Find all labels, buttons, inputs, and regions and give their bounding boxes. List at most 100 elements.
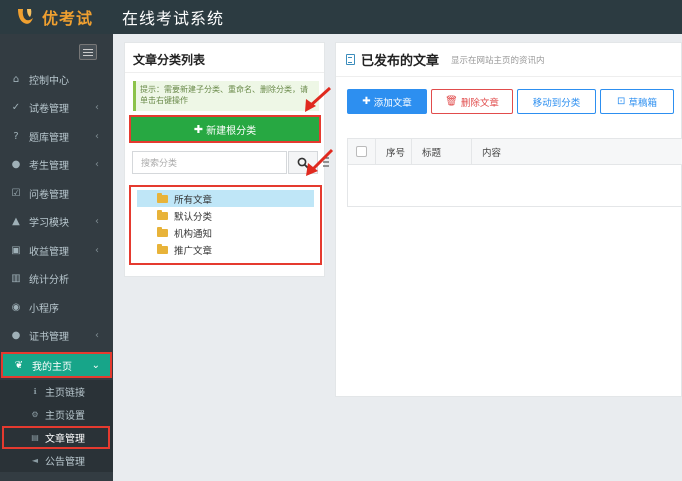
- sidebar-item[interactable]: ● 证书管理 ‹: [0, 322, 113, 351]
- category-label: 默认分类: [174, 211, 213, 223]
- sidebar-menu: ⌂ 控制中心 ✓ 试卷管理 ‹? 题库管理 ‹ ● 考生管理 ‹ ☑ 问卷管理 ▲ 学习模块 ‹ ▣ 收益管理 ‹…: [0, 65, 113, 472]
- sidebar-subitem[interactable]: ⚙ 主页设置: [0, 403, 113, 426]
- menu-toggle-button[interactable]: [79, 44, 97, 60]
- sidebar-submenu: ℹ 主页链接 ⚙ 主页设置 ▤ 文章管理 ◄ 公告管理: [0, 380, 113, 472]
- article-panel-header: 已发布的文章 显示在网站主页的资讯内: [336, 43, 681, 77]
- delete-article-button[interactable]: 🗑 删除文章: [431, 89, 513, 114]
- sidebar-item[interactable]: ● 考生管理 ‹: [0, 151, 113, 180]
- sidebar-item-label: 试卷管理: [29, 104, 69, 116]
- chevron-down-icon: ⌄: [91, 359, 100, 371]
- new-root-category-button[interactable]: ✚ 新建根分类: [129, 115, 321, 143]
- sidebar-item-label: 考生管理: [29, 161, 69, 173]
- plus-icon: ✚: [193, 122, 204, 136]
- delete-article-label: 删除文章: [460, 97, 499, 109]
- sidebar-item[interactable]: ☑ 问卷管理: [0, 179, 113, 208]
- add-article-button[interactable]: ✚ 添加文章: [347, 89, 427, 114]
- sidebar-subitem[interactable]: ◄ 公告管理: [0, 449, 113, 472]
- sidebar-subitem-label: 公告管理: [45, 457, 85, 468]
- sidebar-item-label: 小程序: [29, 303, 59, 315]
- file-icon: ▤: [31, 433, 39, 442]
- column-header-content[interactable]: 内容: [472, 139, 682, 165]
- sidebar-subitem[interactable]: ▤ 文章管理: [2, 426, 110, 449]
- system-title: 在线考试系统: [122, 9, 225, 28]
- category-label: 推广文章: [174, 245, 213, 257]
- article-table: 序号 标题 内容: [347, 138, 682, 207]
- category-tree-node[interactable]: 默认分类: [137, 207, 314, 224]
- sidebar-item-my-homepage[interactable]: ❦ 我的主页 ⌄: [1, 352, 112, 378]
- new-root-category-label: 新建根分类: [206, 125, 257, 137]
- wechat-icon: ◉: [11, 301, 21, 313]
- sidebar-item[interactable]: ⌂ 控制中心: [0, 65, 113, 94]
- chevron-left-icon: ‹: [95, 330, 99, 342]
- sidebar-subitem-label: 主页设置: [45, 411, 85, 422]
- add-article-label: 添加文章: [373, 97, 412, 109]
- document-icon: [346, 54, 355, 65]
- search-icon: [297, 157, 309, 169]
- sidebar-item-label: 问卷管理: [29, 189, 69, 201]
- category-label: 所有文章: [174, 194, 213, 206]
- drafts-button[interactable]: ⊡ 草稿箱: [600, 89, 674, 114]
- check-circle-icon: ✓: [11, 102, 21, 114]
- sidebar-item-label: 控制中心: [29, 75, 69, 87]
- inbox-icon: ⊡: [617, 96, 626, 107]
- top-bar: 优考试 在线考试系统: [0, 0, 682, 34]
- column-header-title[interactable]: 标题: [412, 138, 472, 165]
- folder-icon: [157, 243, 168, 254]
- sidebar-item-label: 证书管理: [29, 332, 69, 344]
- folder-icon: [157, 209, 168, 220]
- sidebar-subitem-label: 主页链接: [45, 388, 85, 399]
- graduation-cap-icon: ▲: [12, 216, 20, 228]
- category-tree-node[interactable]: 机构通知: [137, 224, 314, 241]
- article-panel-subtitle: 显示在网站主页的资讯内: [451, 55, 545, 66]
- trash-icon: 🗑: [445, 96, 458, 107]
- home-icon: ⌂: [12, 73, 20, 85]
- select-all-checkbox[interactable]: [356, 146, 367, 157]
- money-icon: ▣: [11, 244, 21, 256]
- bar-chart-icon: ▥: [11, 273, 21, 285]
- article-panel-title: 已发布的文章: [361, 54, 440, 69]
- sidebar-item[interactable]: ✓ 试卷管理 ‹: [0, 94, 113, 123]
- category-tip: 提示：需要新建子分类、重命名、删除分类，请单击右键操作: [133, 81, 319, 111]
- logo[interactable]: 优考试: [0, 0, 113, 34]
- sidebar-item[interactable]: ? 题库管理 ‹: [0, 122, 113, 151]
- list-icon[interactable]: [323, 156, 329, 168]
- sidebar-item[interactable]: ▲ 学习模块 ‹: [0, 208, 113, 237]
- sidebar-subitem[interactable]: ℹ 主页链接: [0, 380, 113, 403]
- sidebar-item[interactable]: ▣ 收益管理 ‹: [0, 236, 113, 265]
- sidebar: ⌂ 控制中心 ✓ 试卷管理 ‹? 题库管理 ‹ ● 考生管理 ‹ ☑ 问卷管理 ▲ 学习模块 ‹ ▣ 收益管理 ‹…: [0, 34, 113, 481]
- category-tree-node[interactable]: 推广文章: [137, 241, 314, 258]
- chevron-left-icon: ‹: [95, 130, 99, 142]
- logo-icon: [18, 9, 33, 24]
- chevron-left-icon: ‹: [95, 102, 99, 114]
- bullhorn-icon: ◄: [31, 456, 39, 465]
- sidebar-item-label: 统计分析: [29, 275, 69, 287]
- info-icon: ℹ: [33, 387, 37, 396]
- sidebar-item-label: 我的主页: [32, 361, 72, 373]
- question-circle-icon: ?: [13, 130, 19, 142]
- chevron-left-icon: ‹: [95, 244, 99, 256]
- leaf-icon: ❦: [14, 359, 24, 371]
- logo-text: 优考试: [42, 9, 94, 28]
- sidebar-item-label: 题库管理: [29, 132, 69, 144]
- plus-icon: ✚: [362, 96, 371, 107]
- sidebar-item[interactable]: ◉ 小程序: [0, 293, 113, 322]
- drafts-label: 草稿箱: [628, 97, 657, 109]
- folder-icon: [157, 226, 168, 237]
- category-search-button[interactable]: [288, 151, 318, 174]
- folder-icon: [157, 192, 168, 203]
- column-header-index[interactable]: 序号: [376, 138, 412, 165]
- chevron-left-icon: ‹: [95, 216, 99, 228]
- select-all-cell: [348, 138, 376, 165]
- category-label: 机构通知: [174, 228, 213, 240]
- move-to-category-label: 移动到分类: [532, 97, 581, 109]
- category-panel-title: 文章分类列表: [125, 43, 324, 73]
- category-tree-node[interactable]: 所有文章: [137, 190, 314, 207]
- move-to-category-button[interactable]: 移动到分类: [517, 89, 596, 114]
- user-icon: ●: [11, 159, 21, 171]
- category-search-input[interactable]: 搜索分类: [132, 151, 287, 174]
- certificate-icon: ●: [11, 330, 21, 342]
- sidebar-item-label: 收益管理: [29, 246, 69, 258]
- category-tree: 所有文章默认分类机构通知推广文章: [129, 185, 322, 265]
- sidebar-item[interactable]: ▥ 统计分析: [0, 265, 113, 294]
- sidebar-subitem-label: 文章管理: [45, 434, 85, 445]
